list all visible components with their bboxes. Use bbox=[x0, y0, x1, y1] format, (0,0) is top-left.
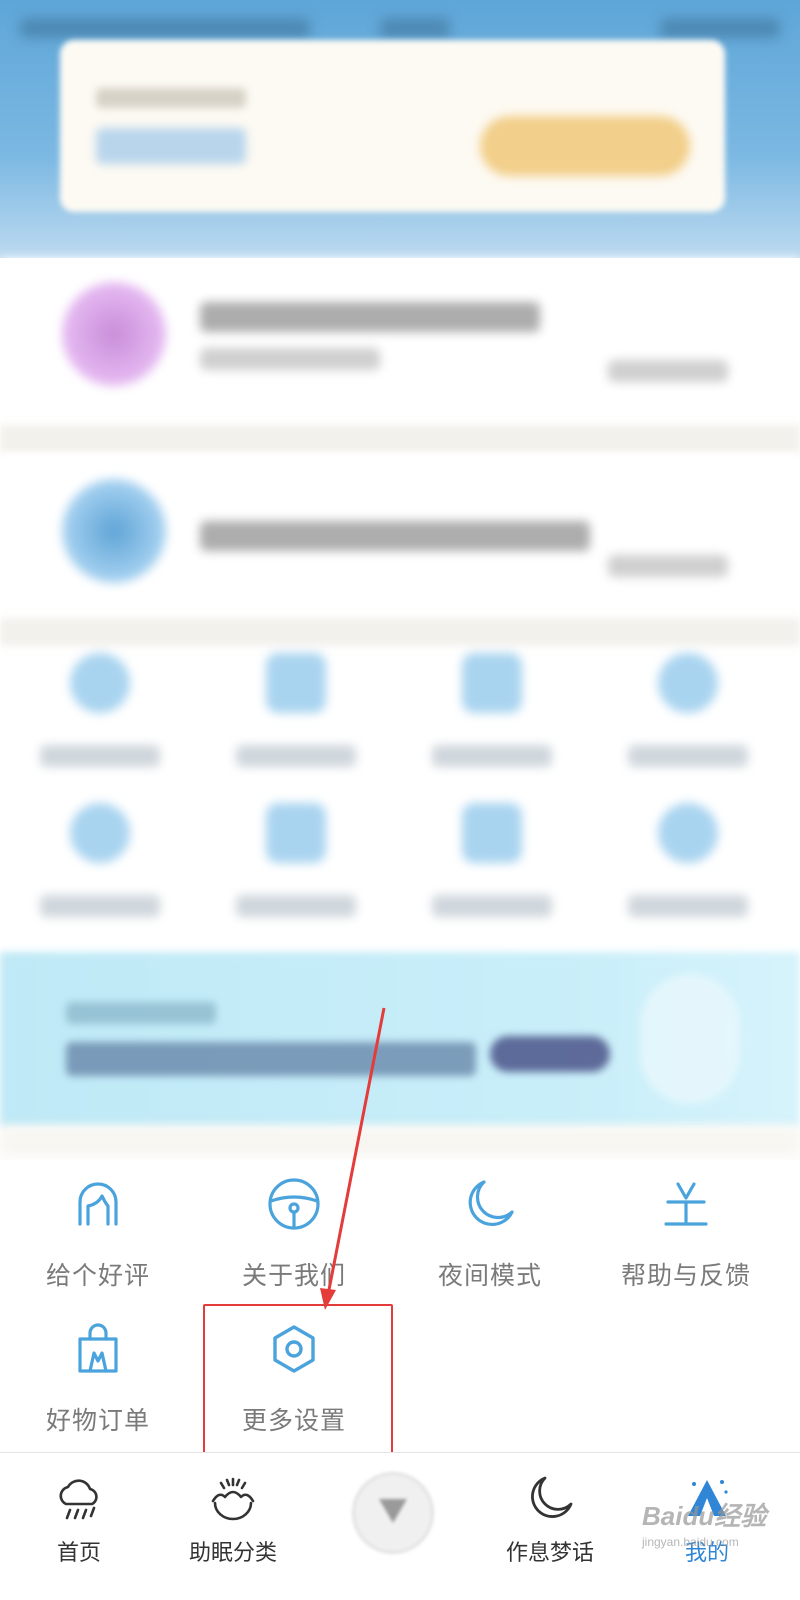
steering-wheel-icon bbox=[264, 1174, 324, 1234]
status-bar-blurred bbox=[20, 12, 780, 42]
shopping-bag-icon bbox=[68, 1319, 128, 1379]
profile-header bbox=[0, 0, 800, 258]
menu-item-label: 给个好评 bbox=[45, 1261, 150, 1290]
watermark: Baidu经验 jingyan.baidu.com bbox=[642, 1496, 782, 1556]
menu-item-about[interactable]: 关于我们 bbox=[196, 1160, 392, 1300]
menu-item-label: 关于我们 bbox=[241, 1261, 346, 1290]
nav-label: 作息梦话 bbox=[505, 1541, 594, 1566]
help-desk-icon bbox=[656, 1174, 716, 1234]
menu-item-label: 夜间模式 bbox=[437, 1261, 542, 1290]
menu-item-night-mode[interactable]: 夜间模式 bbox=[392, 1160, 588, 1300]
moon-icon bbox=[522, 1471, 578, 1527]
menu-item-label: 好物订单 bbox=[45, 1406, 150, 1435]
nav-label: 首页 bbox=[56, 1541, 101, 1566]
nav-schedule-sleeptalk[interactable]: 作息梦话 bbox=[475, 1453, 625, 1600]
moon-icon bbox=[460, 1174, 520, 1234]
promo-banner-blurred[interactable] bbox=[0, 952, 800, 1127]
cloud-rain-icon bbox=[51, 1471, 107, 1527]
play-down-icon bbox=[375, 1495, 411, 1531]
center-play-button[interactable] bbox=[352, 1472, 434, 1554]
settings-menu-grid: 给个好评 关于我们 夜间模式 帮助与反馈 好物订单 更多设置 bbox=[0, 1160, 800, 1455]
watermark-url: jingyan.baidu.com bbox=[642, 1535, 739, 1549]
menu-item-help-feedback[interactable]: 帮助与反馈 bbox=[588, 1160, 784, 1300]
menu-item-label: 帮助与反馈 bbox=[620, 1261, 751, 1290]
menu-item-orders[interactable]: 好物订单 bbox=[0, 1305, 196, 1445]
vip-card-blurred[interactable] bbox=[60, 40, 725, 212]
face-icon bbox=[68, 1174, 128, 1234]
watermark-brand: Baidu经验 bbox=[642, 1501, 767, 1531]
nav-sleep-categories[interactable]: 助眠分类 bbox=[158, 1453, 308, 1600]
menu-item-rate[interactable]: 给个好评 bbox=[0, 1160, 196, 1300]
nav-home[interactable]: 首页 bbox=[4, 1453, 154, 1600]
highlight-box bbox=[203, 1304, 393, 1462]
sunrise-bowl-icon bbox=[205, 1471, 261, 1527]
feature-grid-blurred bbox=[0, 635, 800, 955]
promo-section-2-blurred[interactable] bbox=[0, 455, 800, 625]
promo-section-1-blurred[interactable] bbox=[0, 258, 800, 428]
nav-label: 助眠分类 bbox=[188, 1541, 277, 1566]
